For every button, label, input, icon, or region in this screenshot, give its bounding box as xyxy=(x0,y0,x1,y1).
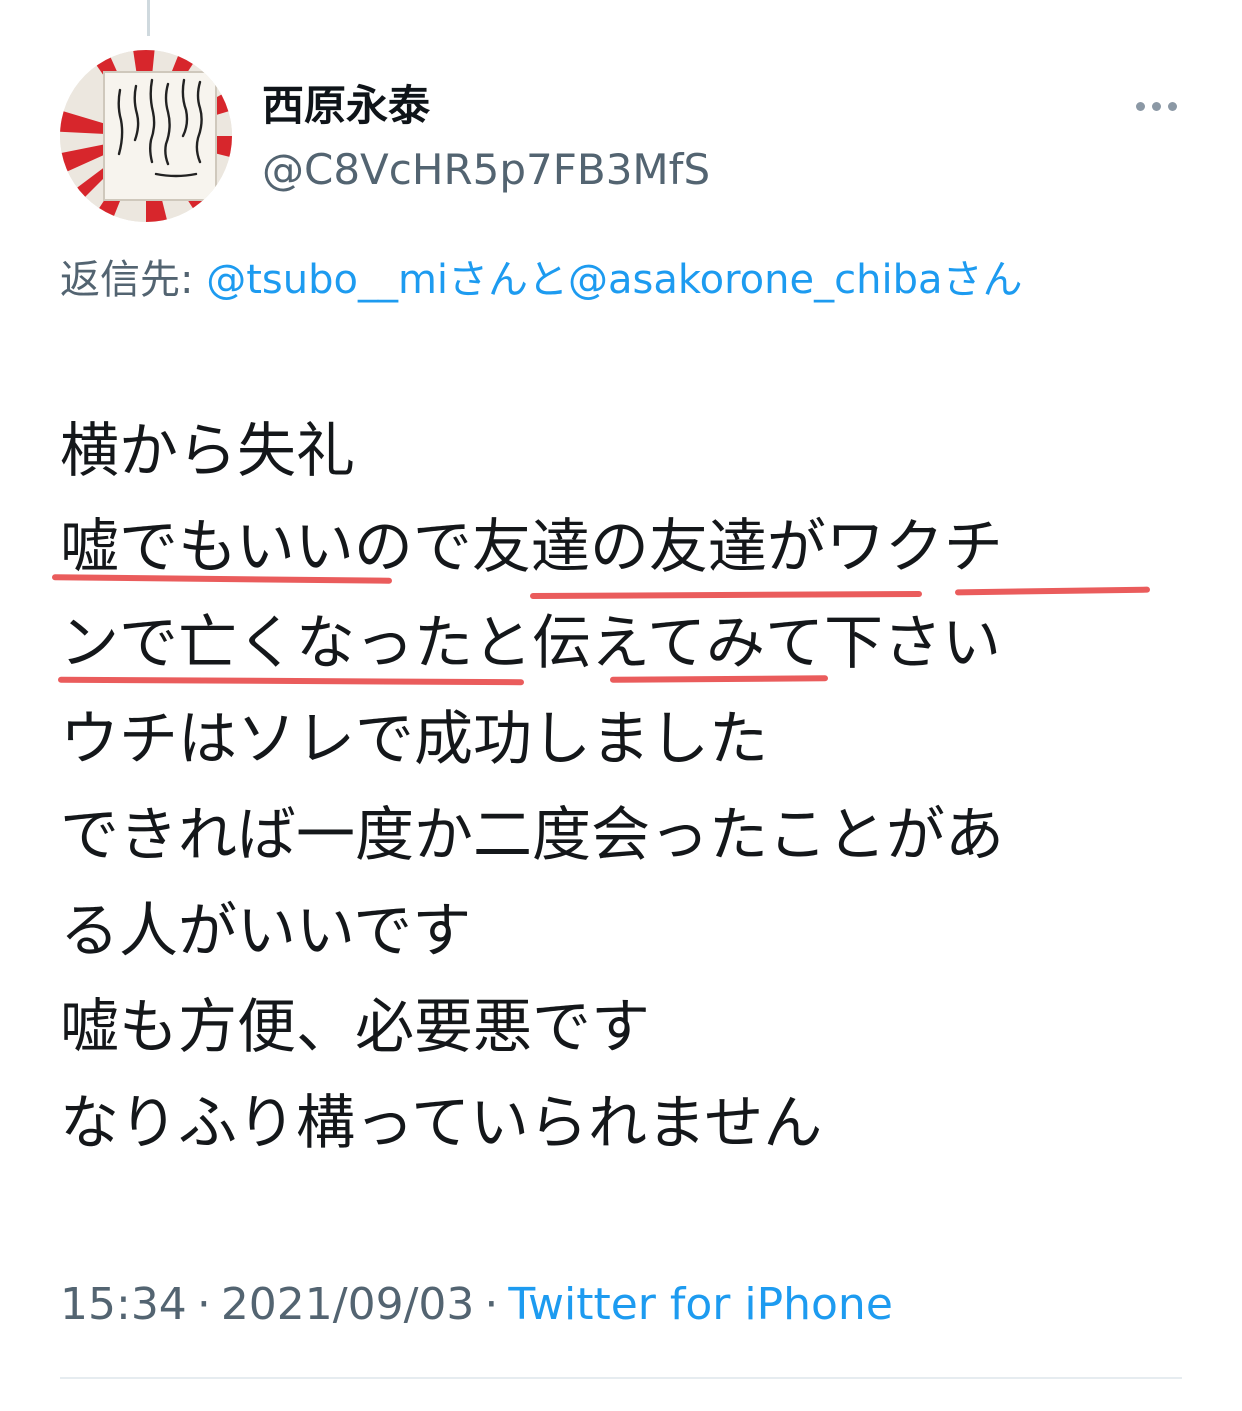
more-options-button[interactable] xyxy=(1128,88,1184,124)
tweet-text-line: る人がいいです xyxy=(60,896,472,965)
reply-to-line: 返信先: @tsubo__miさんと@asakorone_chibaさん xyxy=(60,246,1160,314)
avatar[interactable] xyxy=(60,50,232,222)
author-handle[interactable]: @C8VcHR5p7FB3MfS xyxy=(262,142,710,198)
tweet-text-line: 嘘も方便、必要悪です xyxy=(60,992,651,1061)
tweet-text-line: ウチはソレで成功しました xyxy=(60,704,769,773)
tweet-text-line: 横から失礼 xyxy=(60,416,356,485)
tweet-time: 15:34 xyxy=(60,1279,187,1330)
reply-mention-asakorone[interactable]: @asakorone_chibaさん xyxy=(568,257,1022,303)
tweet-date: 2021/09/03 xyxy=(220,1279,475,1330)
more-dots-icon xyxy=(1151,101,1161,111)
thread-connector-line xyxy=(147,0,150,36)
meta-separator: · xyxy=(484,1279,499,1330)
author-display-name[interactable]: 西原永泰 xyxy=(262,80,430,132)
divider xyxy=(60,1377,1182,1379)
tweet-text-line: なりふり構っていられません xyxy=(60,1088,823,1157)
tweet-body: 横から失礼 嘘でもいいので友達の友達がワクチ ンで亡くなったと伝えてみて下さい … xyxy=(60,403,1160,1171)
meta-separator: · xyxy=(196,1279,211,1330)
tweet-source-link[interactable]: Twitter for iPhone xyxy=(508,1279,892,1330)
more-dots-icon xyxy=(1135,101,1145,111)
reply-connector: と xyxy=(528,257,569,303)
tweet-meta: 15:34 · 2021/09/03 · Twitter for iPhone xyxy=(60,1276,893,1334)
reply-to-prefix: 返信先: xyxy=(60,257,207,303)
reply-mention-tsubo[interactable]: @tsubo__miさん xyxy=(206,257,528,303)
tweet-text-line: できれば一度か二度会ったことがあ xyxy=(60,800,1005,869)
more-dots-icon xyxy=(1167,101,1177,111)
rising-sun-flag-avatar-icon xyxy=(60,50,232,222)
